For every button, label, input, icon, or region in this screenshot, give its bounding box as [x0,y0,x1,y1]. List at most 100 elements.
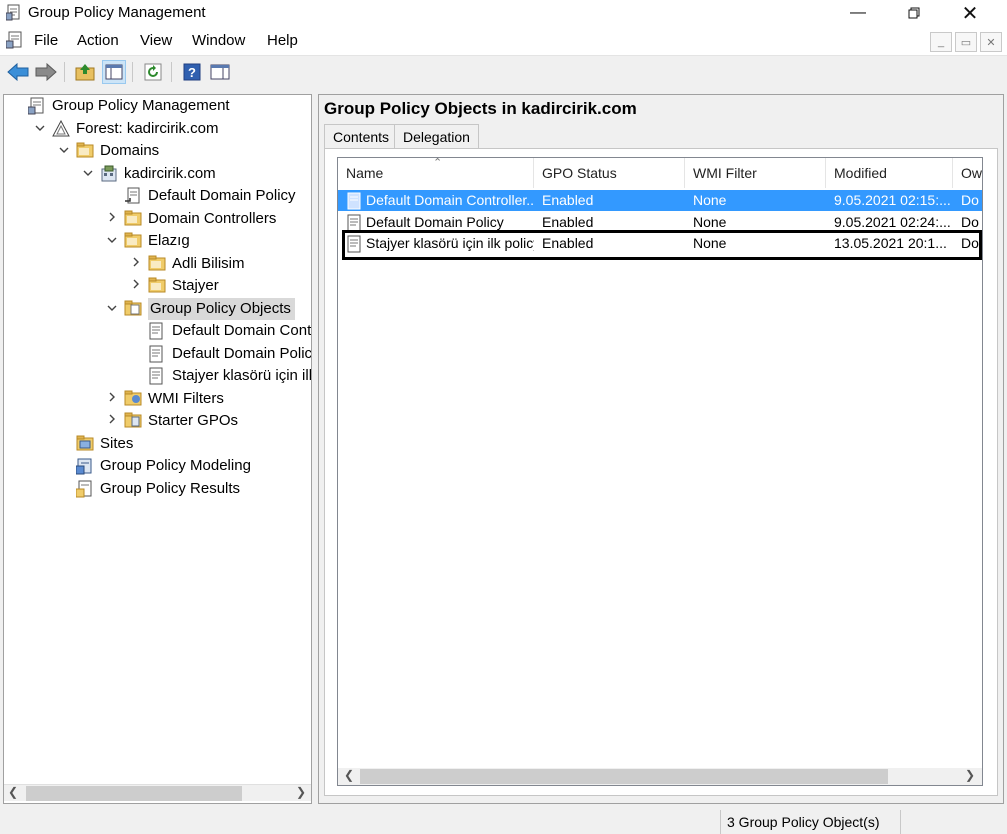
tab-contents-label: Contents [333,129,390,145]
tab-delegation[interactable]: Delegation [394,124,479,148]
mdi-restore-button[interactable]: ▭ [955,32,977,52]
tree-node-label: Adli Bilisim [172,254,245,272]
gpo-folder-icon [124,300,142,318]
collapsed-chevron-icon[interactable] [128,253,144,275]
tree-node[interactable]: Group Policy Objects [104,297,295,320]
toolbar-separator [64,62,65,82]
tree-node[interactable]: Group Policy Modeling [56,455,251,477]
list-horizontal-scrollbar[interactable]: ❮ ❯ [338,768,982,785]
tree-node-label: Default Domain Policy [172,344,311,362]
forward-button[interactable] [34,60,58,84]
tab-contents[interactable]: Contents [324,124,399,148]
tree-node-label: Domains [100,142,160,159]
close-button[interactable]: ✕ [947,0,993,26]
column-header-name[interactable]: Name [338,158,534,188]
scroll-right-arrow-icon[interactable]: ❯ [965,768,975,782]
refresh-button[interactable] [141,60,165,84]
expanded-chevron-icon[interactable] [104,298,120,320]
title-bar: Group Policy Management — ✕ [0,0,1007,26]
menu-action[interactable]: Action [77,32,119,49]
column-header-modified[interactable]: Modified [826,158,953,188]
scroll-thumb[interactable] [360,769,888,784]
tree-node-label: Group Policy Management [52,97,230,114]
collapsed-chevron-icon[interactable] [104,388,120,410]
starter-gpo-icon [124,412,142,430]
tree-node-label: Stajyer klasörü için ilk pc [172,367,311,384]
tree-node-label: Sites [100,434,134,452]
tree-node-label: Group Policy Objects [148,297,295,320]
collapsed-chevron-icon[interactable] [128,275,144,297]
tree-horizontal-scrollbar[interactable]: ❮ ❯ [4,784,311,801]
tree-node[interactable]: Default Domain Control [128,320,311,342]
status-cell-empty [900,810,1007,834]
up-one-level-button[interactable] [73,60,97,84]
expanded-chevron-icon[interactable] [56,140,72,162]
forward-arrow-icon [35,63,57,81]
menu-view[interactable]: View [140,32,172,49]
mmc-icon [5,31,24,49]
tree-node[interactable]: Default Domain Policy [128,343,311,365]
help-icon: ? [183,63,201,81]
forest-icon [52,119,70,138]
gpo-status-cell: Enabled [542,192,594,208]
tree-node[interactable]: Group Policy Results [56,478,240,500]
tree-node-label: Stajyer [172,277,219,294]
highlight-annotation-box [342,230,982,260]
mdi-close-button[interactable]: ✕ [980,32,1002,52]
pane-heading: Group Policy Objects in kadircirik.com [324,99,637,118]
gpo-list-row[interactable]: Default Domain Controller... Enabled None 9… [338,190,982,211]
tree-node[interactable]: Default Domain Policy [104,185,296,207]
menu-file[interactable]: File [34,32,58,49]
tree-node[interactable]: Elazıg [104,230,190,252]
scroll-thumb[interactable] [26,786,242,801]
column-header-owner[interactable]: Ow [953,158,982,188]
column-header-gpo-status[interactable]: GPO Status [534,158,685,188]
modeling-icon [75,457,94,475]
owner-cell: Do [961,192,979,208]
folder-icon [124,232,142,250]
tree-node[interactable]: Domains [56,140,159,162]
tree-node[interactable]: Group Policy Management [8,95,230,117]
show-action-pane-button[interactable] [208,60,232,84]
back-button[interactable] [6,60,30,84]
column-header-wmi-filter[interactable]: WMI Filter [685,158,826,188]
tree-node[interactable]: kadircirik.com [80,163,216,185]
console-tree[interactable]: Group Policy Management Forest: kadirciri… [3,94,312,804]
tree-node[interactable]: Forest: kadircirik.com [32,118,219,140]
tree-node[interactable]: Sites [56,433,133,455]
minimize-button[interactable]: — [835,0,881,26]
wmi-filter-cell: None [693,192,727,208]
scroll-left-arrow-icon[interactable]: ❮ [344,768,354,782]
collapsed-chevron-icon[interactable] [104,208,120,230]
app-icon [5,4,22,21]
tree-node[interactable]: Adli Bilisim [128,253,245,275]
tree-node[interactable]: Domain Controllers [104,208,276,230]
menu-window[interactable]: Window [192,32,245,49]
tree-node-label: Default Domain Control [172,322,311,339]
tree-node-label: Domain Controllers [148,209,277,227]
gpo-list-view[interactable]: ⌃ Name GPO Status WMI Filter Modified Ow… [337,157,983,786]
mdi-minimize-button[interactable]: _ [930,32,952,52]
restore-button[interactable] [891,0,937,26]
wmi-folder-icon [124,390,142,408]
expanded-chevron-icon[interactable] [104,230,120,252]
tree-node-label: Default Domain Policy [148,187,296,204]
scroll-left-arrow-icon[interactable]: ❮ [8,785,18,799]
show-hide-console-tree-button[interactable] [102,60,126,84]
help-button[interactable]: ? [180,60,204,84]
toolbar: ? [0,56,1007,88]
folder-icon [148,255,166,273]
scroll-right-arrow-icon[interactable]: ❯ [296,785,306,799]
expanded-chevron-icon[interactable] [32,118,48,140]
tree-node[interactable]: WMI Filters [104,388,224,410]
menu-help[interactable]: Help [267,32,298,49]
tree-node[interactable]: Stajyer [128,275,219,297]
expanded-chevron-icon[interactable] [80,163,96,185]
folder-icon [124,210,142,228]
tree-node[interactable]: Stajyer klasörü için ilk pc [128,365,311,387]
gpo-icon [148,367,166,385]
tree-node[interactable]: Starter GPOs [104,410,238,432]
tree-node-label: Starter GPOs [148,412,239,429]
gpo-link-icon [124,187,142,205]
collapsed-chevron-icon[interactable] [104,410,120,432]
